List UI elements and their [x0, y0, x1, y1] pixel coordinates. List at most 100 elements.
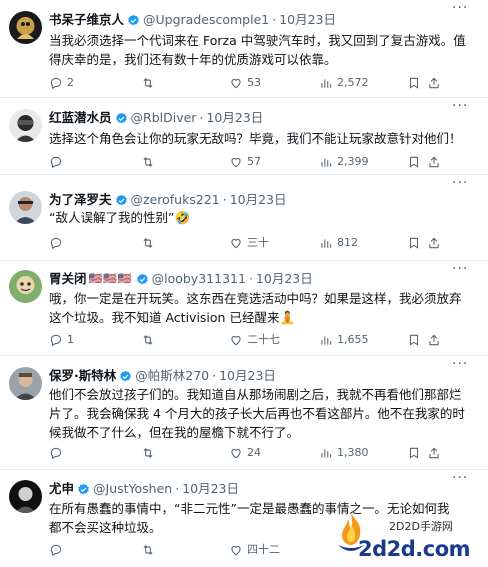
heart-icon — [231, 239, 241, 249]
share-button[interactable] — [427, 235, 445, 251]
display-name[interactable]: 保罗·斯特林 — [49, 367, 116, 385]
bookmark-button[interactable] — [407, 154, 425, 170]
tweet-date[interactable]: 10月23日 — [219, 367, 276, 385]
retweet-button[interactable] — [141, 332, 159, 348]
views-button[interactable]: 2,572 — [319, 75, 369, 91]
retweet-button[interactable] — [141, 154, 159, 170]
retweet-button[interactable] — [141, 75, 159, 91]
bookmark-button[interactable] — [407, 445, 425, 461]
views-icon — [321, 239, 332, 248]
view-count: 1,380 — [337, 446, 369, 459]
tweet-date[interactable]: 10月23日 — [279, 11, 336, 29]
like-button[interactable]: 二十七 — [229, 332, 280, 348]
share-button[interactable] — [427, 445, 445, 461]
more-icon[interactable]: ··· — [452, 357, 467, 371]
like-count: 53 — [247, 76, 261, 89]
like-button[interactable]: 24 — [229, 445, 261, 461]
like-button[interactable]: 53 — [229, 75, 261, 91]
watermark-url: 2d2d.com — [358, 537, 471, 561]
display-name[interactable]: 胃关闭 — [49, 270, 87, 288]
reply-button[interactable] — [49, 235, 67, 251]
views-button[interactable]: 2,399 — [319, 154, 369, 170]
tweet[interactable]: 为了泽罗夫 @zerofuks221 · 10月23日 ··· “敌人误解了我的… — [0, 175, 488, 261]
avatar[interactable] — [9, 270, 42, 303]
bookmark-button[interactable] — [407, 75, 425, 91]
like-count: 四十二 — [247, 543, 280, 556]
avatar[interactable] — [9, 367, 42, 400]
more-icon[interactable]: ··· — [452, 262, 467, 276]
tweet-date[interactable]: 10月23日 — [182, 480, 239, 498]
reply-icon — [50, 237, 62, 250]
tweet-actions: 三十 812 — [49, 235, 479, 251]
bookmark-icon — [409, 77, 419, 89]
retweet-icon — [143, 78, 153, 88]
tweet[interactable]: 红蓝潜水员 @RblDiver · 10月23日 ··· 选择这个角色会让你的玩… — [0, 98, 488, 175]
user-handle[interactable]: @JustYoshen — [93, 480, 172, 498]
share-button[interactable] — [427, 332, 445, 348]
user-handle[interactable]: @looby311311 — [152, 270, 246, 288]
display-name[interactable]: 红蓝潜水员 — [49, 109, 112, 127]
heart-icon — [231, 158, 241, 168]
views-button[interactable]: 1,380 — [319, 445, 369, 461]
more-icon[interactable]: ··· — [452, 471, 467, 485]
retweet-button[interactable] — [141, 235, 159, 251]
reply-button[interactable]: 1 — [49, 332, 74, 348]
user-handle[interactable]: @帕斯林270 — [135, 367, 209, 385]
reply-button[interactable] — [49, 154, 67, 170]
verified-badge-icon — [136, 273, 149, 286]
reply-icon — [50, 156, 62, 169]
retweet-button[interactable] — [141, 445, 159, 461]
reply-count: 1 — [67, 333, 74, 346]
tweet-actions: 2 53 2,572 — [49, 75, 479, 91]
tweet-date[interactable]: 10月23日 — [206, 109, 263, 127]
reply-button[interactable] — [49, 445, 67, 461]
more-icon[interactable]: ··· — [452, 1, 467, 15]
more-icon[interactable]: ··· — [452, 176, 467, 190]
retweet-button[interactable] — [141, 542, 159, 558]
bookmark-icon — [409, 447, 419, 459]
flag-emojis: 🇺🇸🇺🇸🇺🇸 — [88, 272, 133, 285]
user-handle[interactable]: @RblDiver — [131, 109, 197, 127]
share-icon — [429, 334, 439, 346]
reply-button[interactable] — [49, 542, 67, 558]
like-button[interactable]: 57 — [229, 154, 261, 170]
user-handle[interactable]: @Upgradescomple1 — [143, 11, 269, 29]
separator-dot: · — [175, 481, 180, 496]
display-name[interactable]: 书呆子维京人 — [49, 11, 124, 29]
tweet-text: 选择这个角色会让你的玩家无敌吗？毕竟，我们不能让玩家故意针对他们！ — [49, 131, 462, 146]
user-handle[interactable]: @zerofuks221 — [131, 191, 220, 209]
more-icon[interactable]: ··· — [452, 99, 467, 113]
avatar[interactable] — [9, 109, 42, 142]
bookmark-icon — [409, 156, 419, 168]
reply-icon — [50, 77, 62, 90]
tweet[interactable]: 胃关闭 🇺🇸🇺🇸🇺🇸 @looby311311 · 10月23日 ··· 哦，你… — [0, 261, 488, 356]
watermark-site-name: 2D2D手游网 — [389, 520, 453, 533]
verified-badge-icon — [115, 112, 128, 125]
reply-button[interactable]: 2 — [49, 75, 74, 91]
display-name[interactable]: 为了泽罗夫 — [49, 191, 112, 209]
view-count: 812 — [337, 236, 358, 249]
share-button[interactable] — [427, 154, 445, 170]
views-button[interactable]: 1,655 — [319, 332, 369, 348]
tweet-date[interactable]: 10月23日 — [230, 191, 287, 209]
tweet[interactable]: 保罗·斯特林 @帕斯林270 · 10月23日 ··· 他们不会放过孩子们的。我… — [0, 356, 488, 470]
display-name[interactable]: 尤申 — [49, 480, 74, 498]
tweet[interactable]: 书呆子维京人 @Upgradescomple1 · 10月23日 ··· 当我必… — [0, 0, 488, 98]
share-button[interactable] — [427, 75, 445, 91]
like-button[interactable]: 四十二 — [229, 542, 280, 558]
avatar[interactable] — [9, 191, 42, 224]
like-count: 三十 — [247, 236, 269, 249]
avatar[interactable] — [9, 480, 42, 513]
verified-badge-icon — [119, 370, 132, 383]
site-watermark: 2D2D手游网 2d2d.com — [334, 511, 488, 567]
bookmark-icon — [409, 334, 419, 346]
like-button[interactable]: 三十 — [229, 235, 269, 251]
bookmark-button[interactable] — [407, 332, 425, 348]
tweet-date[interactable]: 10月23日 — [256, 270, 313, 288]
view-count: 1,655 — [337, 333, 369, 346]
views-icon — [321, 158, 332, 167]
bookmark-button[interactable] — [407, 235, 425, 251]
share-icon — [429, 447, 439, 459]
avatar[interactable] — [9, 11, 42, 44]
views-button[interactable]: 812 — [319, 235, 358, 251]
